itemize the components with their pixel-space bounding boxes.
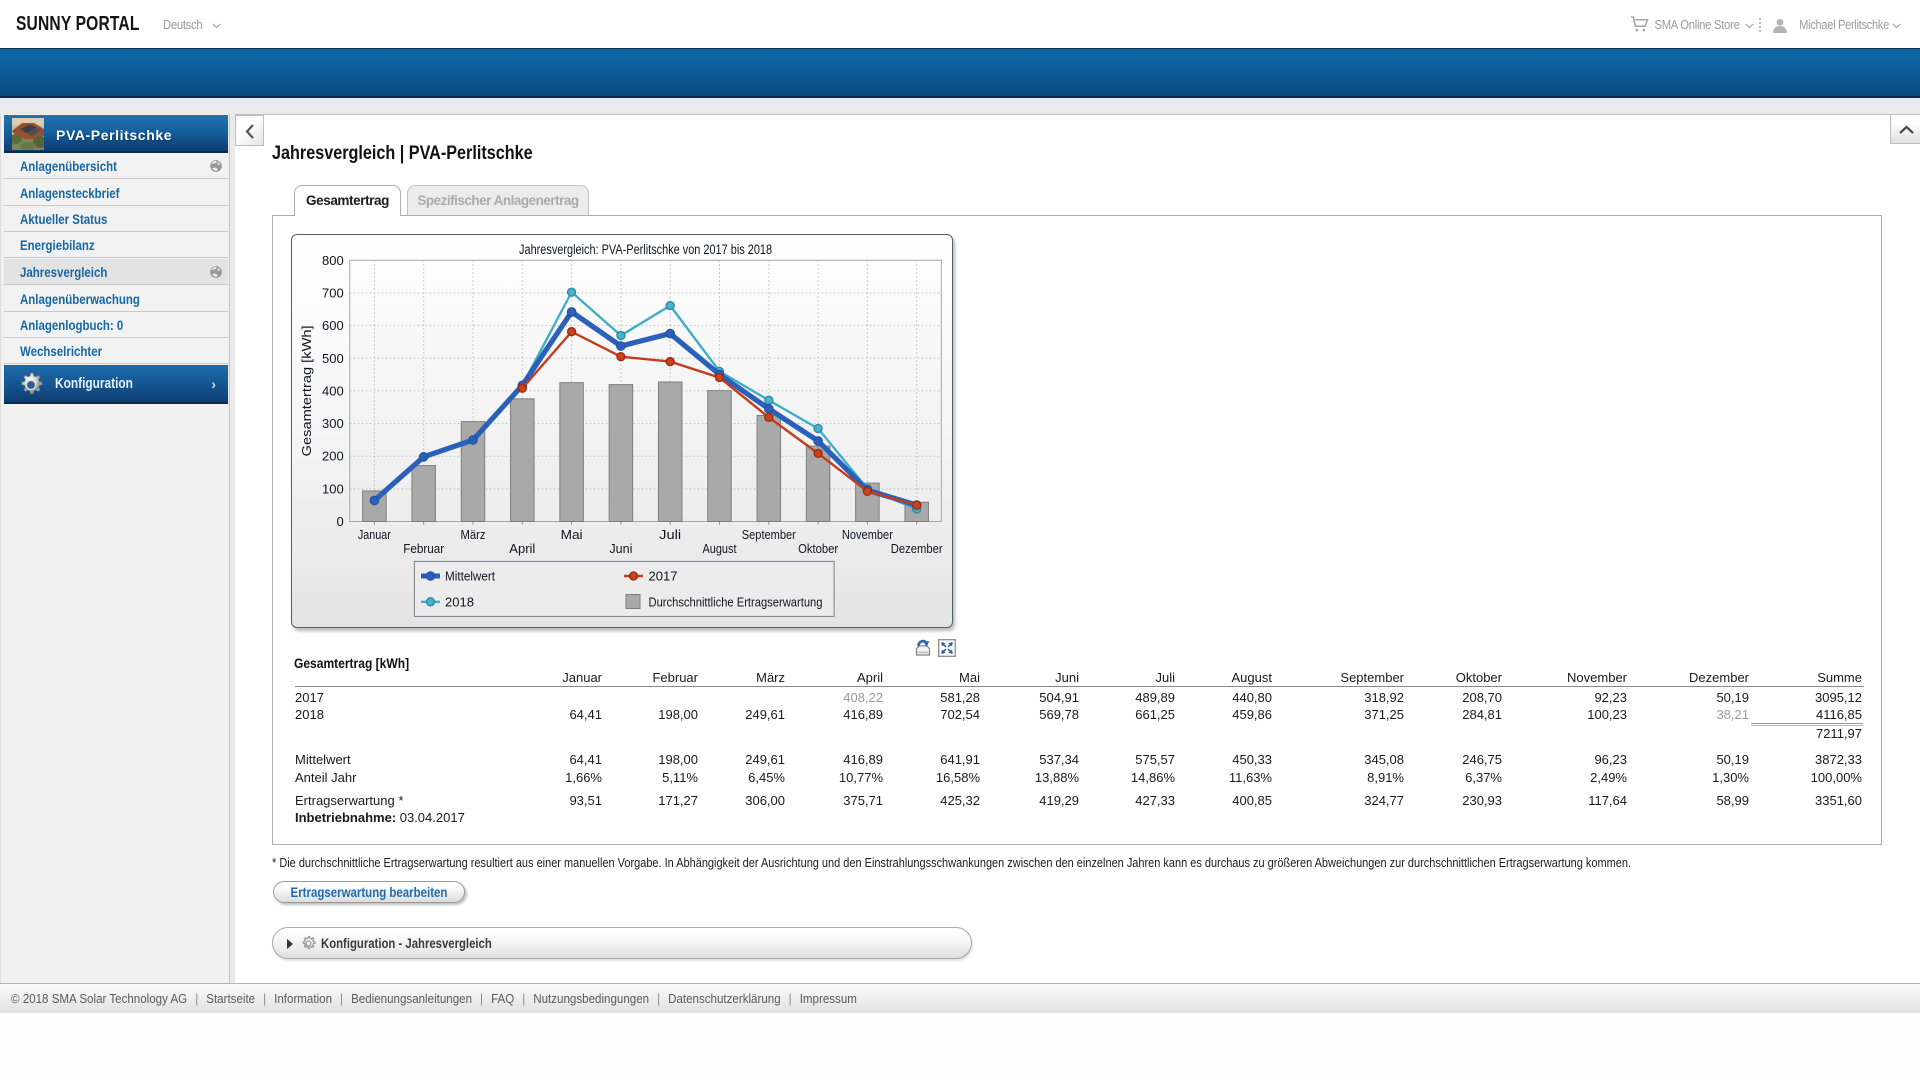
svg-text:Oktober: Oktober — [798, 541, 839, 556]
svg-text:800: 800 — [322, 253, 344, 268]
svg-text:April: April — [509, 541, 535, 556]
svg-text:Gesamtertrag [kWh]: Gesamtertrag [kWh] — [299, 325, 314, 456]
svg-text:Durchschnittliche Ertragserwar: Durchschnittliche Ertragserwartung — [649, 594, 823, 609]
svg-text:400: 400 — [322, 383, 344, 398]
svg-text:März: März — [461, 527, 486, 542]
svg-text:Jahresvergleich: PVA-Perlitsch: Jahresvergleich: PVA-Perlitschke von 201… — [519, 242, 772, 257]
svg-text:600: 600 — [322, 318, 344, 333]
svg-text:2017: 2017 — [649, 569, 678, 584]
svg-text:Dezember: Dezember — [891, 541, 944, 556]
svg-text:200: 200 — [322, 449, 344, 464]
svg-text:Mai: Mai — [561, 527, 583, 542]
svg-text:300: 300 — [322, 416, 344, 431]
svg-text:August: August — [703, 541, 737, 556]
svg-text:Januar: Januar — [358, 527, 392, 542]
svg-text:Februar: Februar — [403, 541, 445, 556]
svg-text:Juli: Juli — [659, 527, 681, 542]
svg-text:September: September — [742, 527, 797, 542]
svg-text:700: 700 — [322, 285, 344, 300]
svg-text:Juni: Juni — [609, 541, 632, 556]
svg-text:Mittelwert: Mittelwert — [445, 569, 495, 584]
svg-text:100: 100 — [322, 481, 344, 496]
svg-text:0: 0 — [337, 514, 344, 529]
svg-text:November: November — [842, 527, 894, 542]
svg-text:2018: 2018 — [445, 594, 474, 609]
svg-text:500: 500 — [322, 351, 344, 366]
